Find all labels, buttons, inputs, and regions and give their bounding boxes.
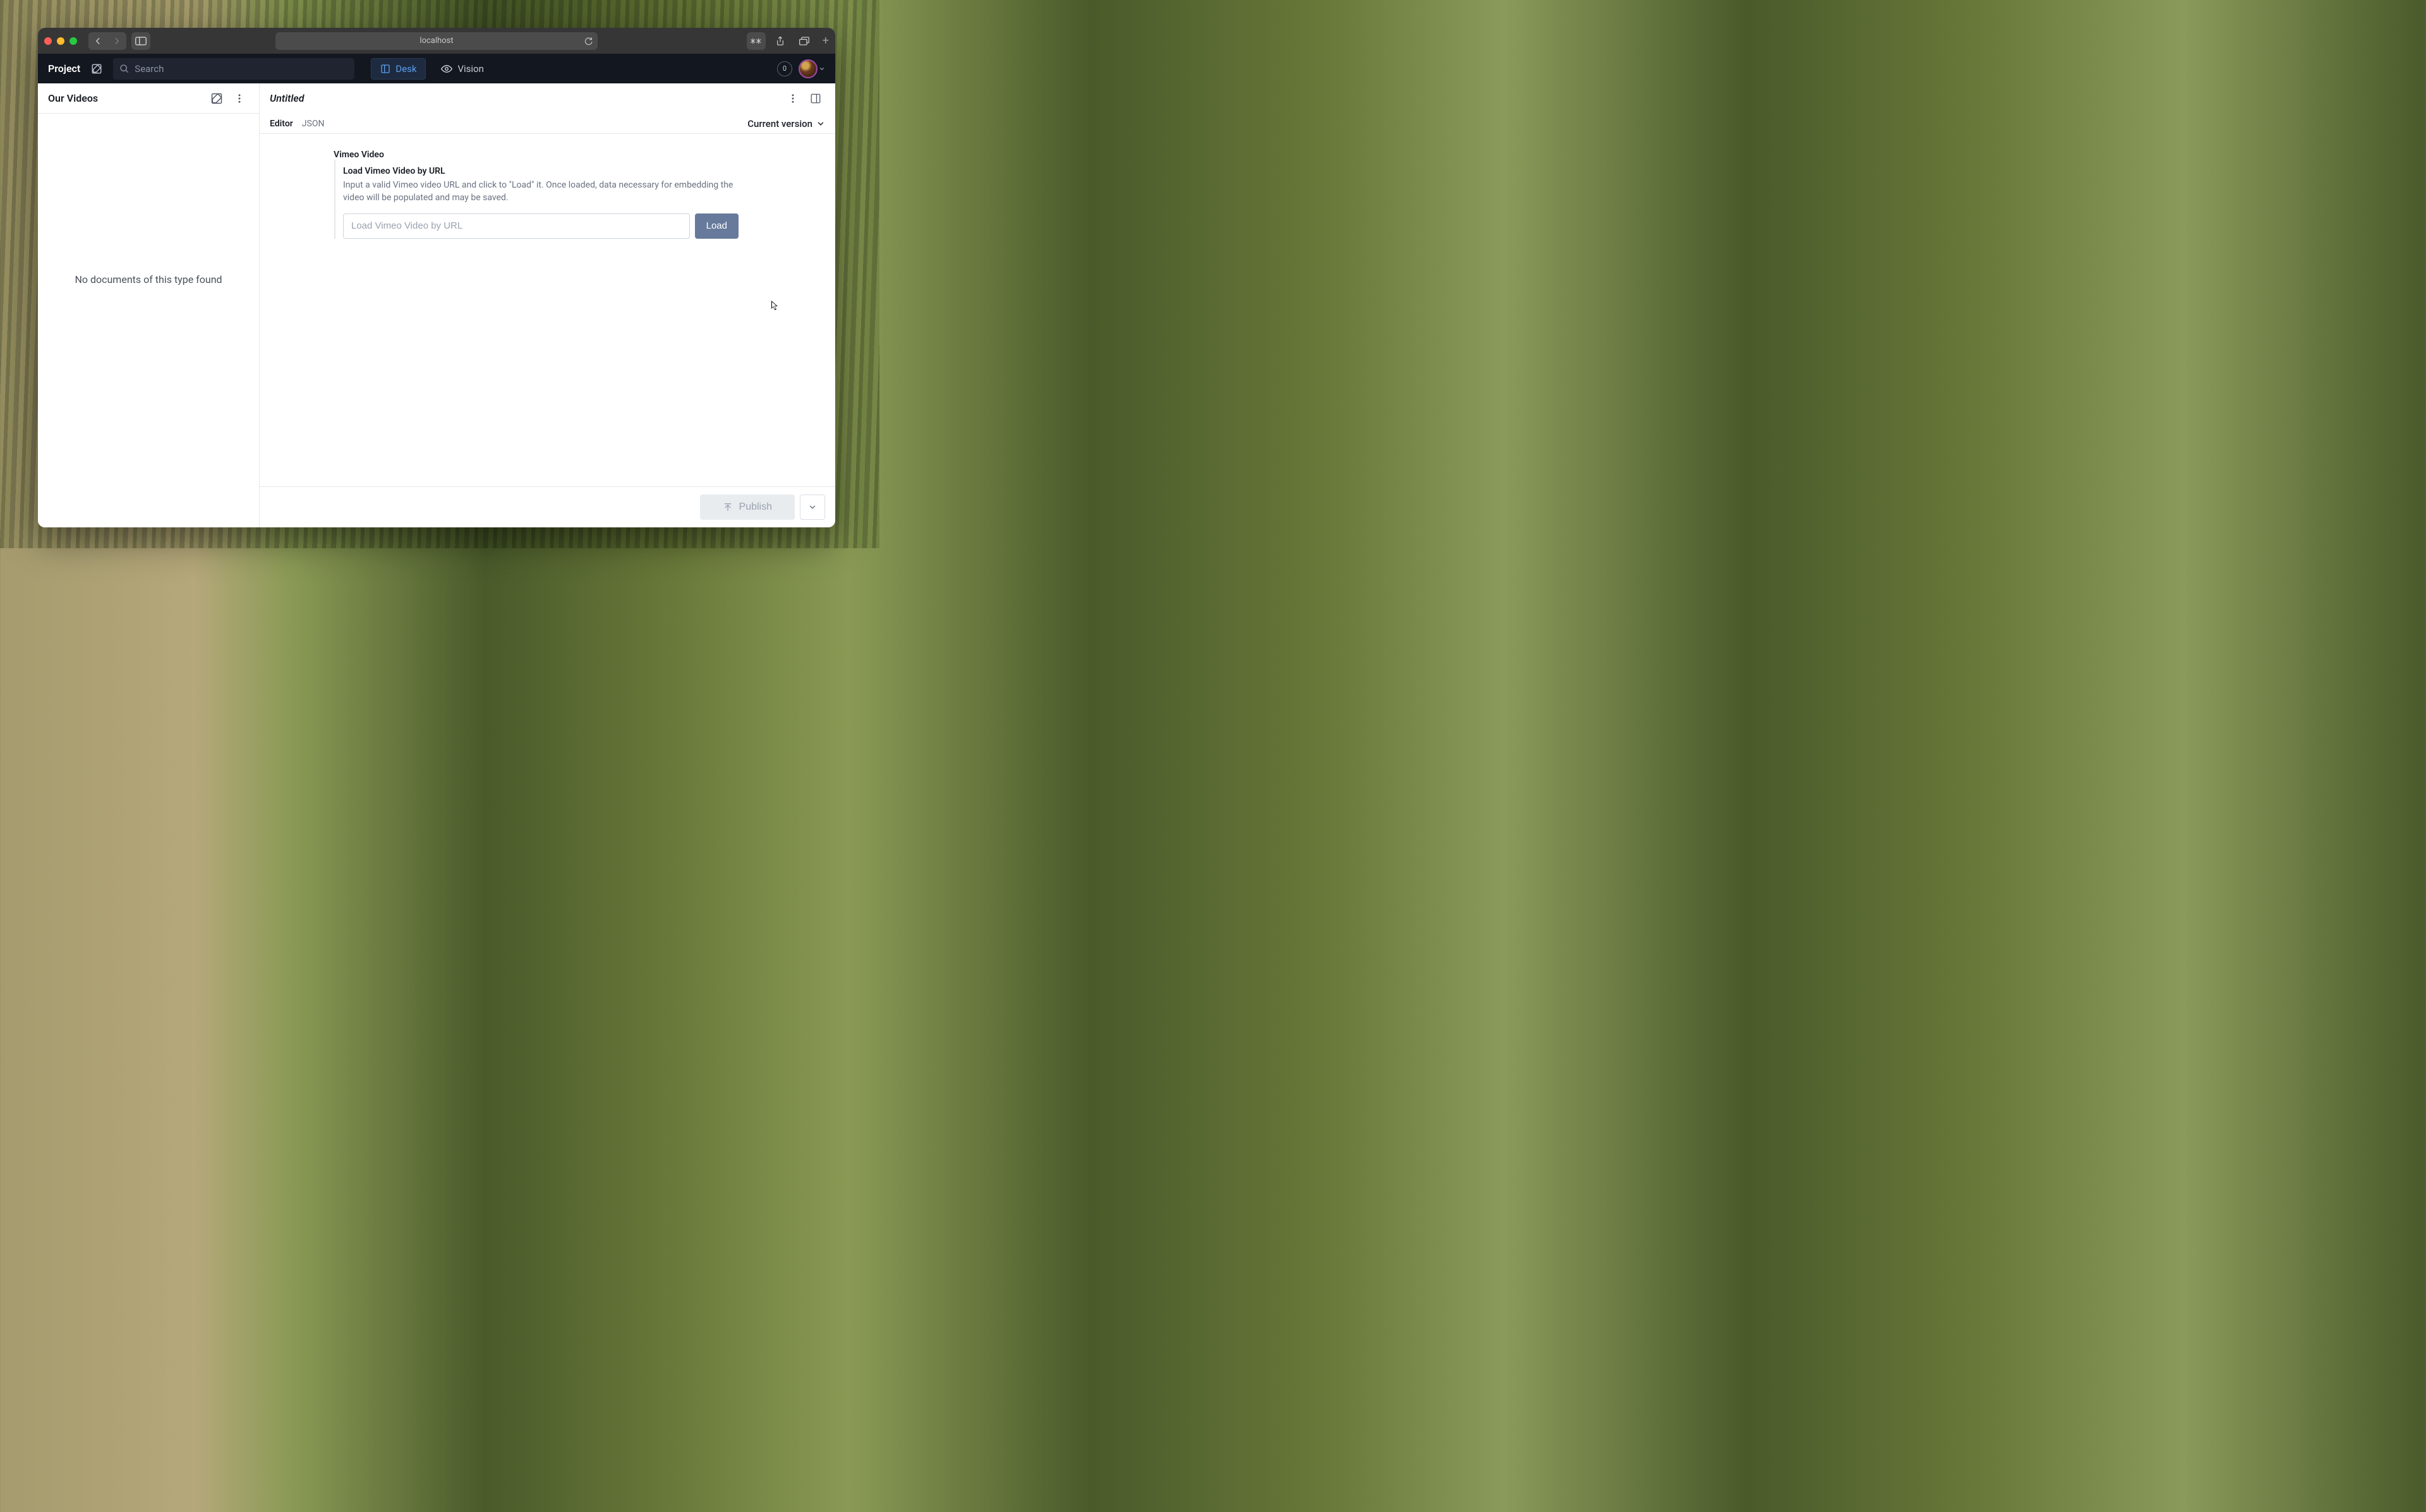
document-title: Untitled [270,92,304,104]
publish-bar: Publish [260,486,835,527]
field-help-text: Input a valid Vimeo video URL and click … [343,179,739,205]
field-label: Load Vimeo Video by URL [343,166,739,176]
chevron-down-icon [819,66,825,72]
show-sidebar-button[interactable] [131,32,150,50]
eye-icon [441,64,452,73]
badge-count: 0 [783,64,787,73]
chrome-right-controls: + [747,32,829,50]
nav-tab-desk[interactable]: Desk [371,58,426,80]
tabs-icon [799,37,809,45]
vimeo-url-input[interactable] [343,213,690,239]
version-label: Current version [747,118,812,129]
document-list-pane: Our Videos No documents of this type fou… [38,83,260,527]
document-editor-pane: Untitled Editor JSON Current version [260,83,835,527]
nav-tab-label: Desk [395,63,416,75]
project-label[interactable]: Project [48,63,80,75]
workspace-nav: Desk Vision [371,58,493,80]
chevron-down-icon [808,503,817,512]
nav-history-group [88,32,126,50]
dots-vertical-icon [234,93,245,104]
list-title: Our Videos [48,92,98,104]
list-menu-button[interactable] [230,89,249,108]
nav-tab-label: Vision [457,63,483,75]
maximize-window-button[interactable] [69,37,77,45]
chevron-down-icon [816,119,825,128]
document-view-tabs: Editor JSON Current version [260,114,835,134]
global-search[interactable]: Search [113,58,354,80]
list-actions [207,89,249,108]
nav-tab-vision[interactable]: Vision [432,58,492,80]
show-tabs-button[interactable] [795,32,814,50]
tasks-badge[interactable]: 0 [777,61,792,76]
url-bar[interactable]: localhost [275,32,598,50]
create-button[interactable] [89,61,104,76]
asterisks-icon [751,37,762,45]
password-autofill-button[interactable] [747,32,766,50]
browser-chrome: localhost + [38,28,835,54]
window-traffic-lights [44,37,77,45]
tab-json[interactable]: JSON [302,119,325,129]
empty-state: No documents of this type found [38,114,259,527]
publish-label: Publish [739,501,772,513]
search-placeholder: Search [135,63,164,75]
empty-state-text: No documents of this type found [75,273,222,285]
split-pane-icon [810,93,821,104]
version-selector[interactable]: Current version [747,118,825,129]
vimeo-video-fieldset: Vimeo Video Load Vimeo Video by URL Inpu… [334,152,739,239]
share-icon [776,36,785,46]
chevron-left-icon [94,37,102,45]
publish-arrow-icon [723,502,733,512]
safari-browser-window: localhost + Pro [38,28,835,527]
publish-button[interactable]: Publish [700,495,795,520]
dots-vertical-icon [787,93,799,104]
app-top-bar: Project Search Desk Vision 0 [38,54,835,83]
user-menu[interactable] [799,59,825,78]
share-button[interactable] [771,32,790,50]
publish-options-button[interactable] [800,495,825,520]
minimize-window-button[interactable] [57,37,64,45]
reload-icon [584,37,593,45]
reload-button[interactable] [584,37,593,45]
workspace: Our Videos No documents of this type fou… [38,83,835,527]
compose-icon [210,92,223,105]
tab-editor[interactable]: Editor [270,119,293,129]
close-window-button[interactable] [44,37,52,45]
search-icon [119,64,130,74]
chevron-right-icon [112,37,121,45]
fieldset-title: Vimeo Video [334,150,389,160]
url-text: localhost [419,36,453,45]
document-menu-button[interactable] [783,89,802,108]
split-view-button[interactable] [806,89,825,108]
desk-icon [380,64,390,74]
avatar [799,59,818,78]
list-header: Our Videos [38,83,259,114]
editor-body: Vimeo Video Load Vimeo Video by URL Inpu… [260,134,835,486]
back-button[interactable] [88,32,107,50]
url-input-row: Load [343,213,739,239]
document-header: Untitled [260,83,835,114]
load-button[interactable]: Load [695,213,739,239]
sidebar-icon [135,37,147,45]
compose-icon [91,63,102,75]
forward-button[interactable] [107,32,126,50]
appbar-right: 0 [777,59,825,78]
new-tab-button[interactable]: + [819,34,829,47]
document-header-actions [783,89,825,108]
new-document-button[interactable] [207,89,226,108]
